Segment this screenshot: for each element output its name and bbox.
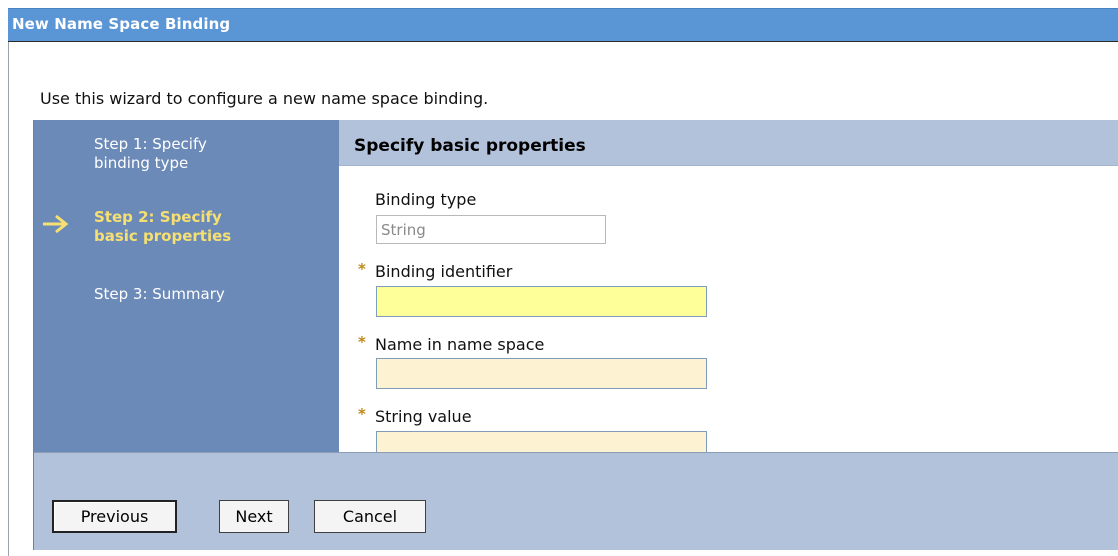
binding-identifier-input[interactable] [376, 286, 707, 317]
required-marker-string-value: * [358, 405, 366, 423]
wizard-intro-text: Use this wizard to configure a new name … [40, 89, 489, 108]
cancel-button[interactable]: Cancel [314, 500, 426, 533]
step-2-line-2: basic properties [94, 227, 232, 245]
required-marker-name-in-name-space: * [358, 333, 366, 351]
step-1-line-2: binding type [94, 154, 189, 172]
name-in-name-space-label: Name in name space [375, 335, 545, 354]
step-2-line-1: Step 2: Specify [94, 208, 222, 226]
wizard-button-bar: Previous Next Cancel [34, 452, 1118, 550]
step-1: Step 1: Specify binding type [94, 135, 207, 173]
wizard-body: Step 1: Specify binding type Step 2: Spe… [33, 120, 1118, 550]
string-value-label: String value [375, 407, 472, 426]
step-2: Step 2: Specify basic properties [94, 208, 231, 246]
panel-header: Specify basic properties [339, 120, 1118, 166]
title-bar: New Name Space Binding [8, 8, 1118, 42]
step-3: Step 3: Summary [94, 285, 225, 304]
step-3-line-1: Step 3: Summary [94, 285, 225, 303]
name-in-name-space-input[interactable] [376, 358, 707, 389]
binding-type-field [376, 215, 606, 244]
next-button[interactable]: Next [219, 500, 289, 533]
panel-heading: Specify basic properties [354, 136, 586, 156]
window-left-border [8, 42, 9, 556]
properties-panel: Specify basic properties Binding type * … [339, 120, 1118, 462]
wizard-window: New Name Space Binding Use this wizard t… [0, 0, 1118, 556]
right-arrow-icon [43, 214, 69, 234]
binding-type-label: Binding type [375, 190, 477, 209]
binding-identifier-label: Binding identifier [375, 262, 513, 281]
step-1-line-1: Step 1: Specify [94, 135, 207, 153]
previous-button[interactable]: Previous [52, 500, 177, 533]
required-marker-binding-identifier: * [358, 260, 366, 278]
wizard-steps-nav: Step 1: Specify binding type Step 2: Spe… [34, 120, 339, 452]
window-title: New Name Space Binding [12, 15, 231, 33]
